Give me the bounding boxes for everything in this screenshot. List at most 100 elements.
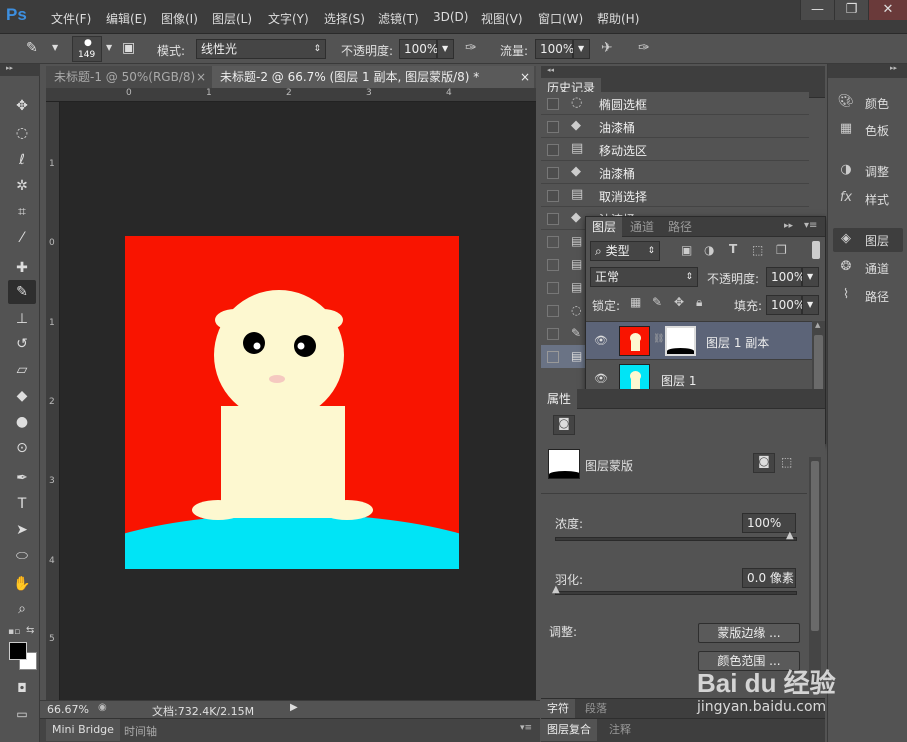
- tab-mini-bridge[interactable]: Mini Bridge: [46, 719, 120, 741]
- history-brush-tool-icon[interactable]: ↺: [8, 332, 36, 356]
- menu-window[interactable]: 窗口(W): [538, 10, 583, 27]
- ellipse-tool-icon[interactable]: ⬭: [8, 544, 36, 568]
- mode-select[interactable]: 线性光 ⇕: [196, 39, 326, 59]
- menu-type[interactable]: 文字(Y): [268, 10, 309, 27]
- dodge-tool-icon[interactable]: ⊙: [8, 436, 36, 460]
- tab-close-icon[interactable]: ×: [196, 66, 206, 88]
- tab-paragraph[interactable]: 段落: [579, 699, 613, 719]
- layer-name[interactable]: 图层 1 副本: [706, 334, 769, 351]
- snapshot-source-checkbox[interactable]: [547, 328, 559, 340]
- history-item[interactable]: ▤ 移动选区: [541, 138, 809, 161]
- layer-opacity-arrow-icon[interactable]: ▼: [802, 267, 819, 287]
- filter-shape-icon[interactable]: ⬚: [752, 243, 763, 257]
- panel-expand-icon[interactable]: ▸▸: [784, 221, 793, 231]
- snapshot-source-checkbox[interactable]: [547, 305, 559, 317]
- lasso-tool-icon[interactable]: ℓ: [8, 148, 36, 172]
- layer-filter-select[interactable]: ⌕ 类型 ⇕: [590, 241, 660, 261]
- tab-untitled-2[interactable]: 未标题-2 @ 66.7% (图层 1 副本, 图层蒙版/8) * ×: [212, 66, 534, 88]
- paint-bucket-tool-icon[interactable]: ◆: [8, 384, 36, 408]
- brush-panel-icon[interactable]: ▣: [122, 40, 135, 56]
- tab-untitled-1[interactable]: 未标题-1 @ 50%(RGB/8) ×: [46, 66, 210, 88]
- default-colors-icon[interactable]: ▪▫: [8, 627, 20, 637]
- minimize-button[interactable]: —: [800, 0, 834, 20]
- filter-smart-object-icon[interactable]: ❐: [776, 243, 787, 257]
- status-share-icon[interactable]: ◉: [98, 702, 107, 713]
- history-item[interactable]: ▤ 取消选择: [541, 184, 809, 207]
- pressure-opacity-icon[interactable]: ✑: [465, 40, 477, 56]
- flow-field[interactable]: 100%: [535, 39, 574, 59]
- filter-pixel-icon[interactable]: ▣: [681, 243, 692, 257]
- mask-edge-button[interactable]: 蒙版边缘 ...: [698, 623, 800, 643]
- filter-adjustment-icon[interactable]: ◑: [704, 243, 714, 257]
- menu-3d[interactable]: 3D(D): [433, 10, 468, 24]
- crop-tool-icon[interactable]: ⌗: [8, 200, 36, 224]
- lock-position-icon[interactable]: ✥: [674, 295, 684, 309]
- opacity-field[interactable]: 100%: [399, 39, 438, 59]
- brush-tool-selected-icon[interactable]: ✎: [8, 280, 36, 304]
- snapshot-source-checkbox[interactable]: [547, 121, 559, 133]
- feather-slider[interactable]: [555, 591, 797, 595]
- density-slider[interactable]: [555, 537, 797, 541]
- feather-slider-thumb[interactable]: ▲: [552, 584, 560, 595]
- menu-filter[interactable]: 滤镜(T): [378, 10, 419, 27]
- menu-select[interactable]: 选择(S): [324, 10, 365, 27]
- brush-picker-arrow-icon[interactable]: ▼: [106, 43, 112, 52]
- healing-brush-tool-icon[interactable]: ✚: [8, 256, 36, 280]
- add-pixel-mask-icon[interactable]: ◙: [753, 453, 775, 473]
- brush-tool-icon[interactable]: ✎: [26, 40, 38, 56]
- layer-name[interactable]: 图层 1: [661, 372, 696, 389]
- menu-edit[interactable]: 编辑(E): [106, 10, 147, 27]
- menu-image[interactable]: 图像(I): [161, 10, 198, 27]
- snapshot-source-checkbox[interactable]: [547, 236, 559, 248]
- hand-tool-icon[interactable]: ✋: [8, 572, 36, 596]
- fill-field[interactable]: 100%: [766, 295, 805, 315]
- snapshot-source-checkbox[interactable]: [547, 259, 559, 271]
- visibility-eye-icon[interactable]: 👁︎: [594, 334, 608, 347]
- color-range-button[interactable]: 颜色范围 ...: [698, 651, 800, 671]
- lock-transparent-icon[interactable]: ▦: [630, 295, 641, 309]
- properties-scrollbar[interactable]: [809, 457, 821, 687]
- zoom-level[interactable]: 66.67%: [47, 703, 89, 716]
- menu-view[interactable]: 视图(V): [481, 10, 523, 27]
- pen-tool-icon[interactable]: ✒: [8, 466, 36, 490]
- eyedropper-tool-icon[interactable]: ⁄: [8, 226, 36, 250]
- move-tool-icon[interactable]: ✥: [8, 94, 36, 118]
- dock-adjustments-button[interactable]: ◑ 调整: [833, 159, 903, 183]
- type-tool-icon[interactable]: T: [8, 492, 36, 516]
- scroll-thumb[interactable]: [814, 335, 823, 395]
- tab-channels[interactable]: 通道: [624, 217, 660, 237]
- snapshot-source-checkbox[interactable]: [547, 190, 559, 202]
- feather-field[interactable]: 0.0 像素: [742, 568, 796, 588]
- scroll-thumb[interactable]: [811, 461, 819, 631]
- blur-tool-icon[interactable]: ●: [8, 410, 36, 434]
- screen-mode-icon[interactable]: ▭: [8, 702, 36, 726]
- snapshot-source-checkbox[interactable]: [547, 282, 559, 294]
- menu-file[interactable]: 文件(F): [51, 10, 91, 27]
- dock-expand-icon[interactable]: ▸▸: [828, 64, 907, 78]
- history-item[interactable]: ◌ 椭圆选框: [541, 92, 809, 115]
- menu-help[interactable]: 帮助(H): [597, 10, 639, 27]
- dock-swatches-button[interactable]: ▦ 色板: [833, 118, 903, 142]
- tool-preset-arrow-icon[interactable]: ▼: [52, 43, 58, 52]
- filter-toggle-switch[interactable]: [812, 241, 820, 259]
- menu-layer[interactable]: 图层(L): [212, 10, 252, 27]
- pressure-size-icon[interactable]: ✑: [638, 40, 650, 56]
- tab-close-icon[interactable]: ×: [520, 66, 530, 88]
- zoom-tool-icon[interactable]: ⌕: [8, 597, 36, 621]
- lock-image-icon[interactable]: ✎: [652, 295, 662, 309]
- magic-wand-tool-icon[interactable]: ✲: [8, 174, 36, 198]
- layer-opacity-field[interactable]: 100%: [766, 267, 805, 287]
- density-slider-thumb[interactable]: ▲: [786, 530, 794, 541]
- tab-paths[interactable]: 路径: [662, 217, 698, 237]
- add-vector-mask-icon[interactable]: ⬚: [781, 455, 792, 469]
- layer-row-copy[interactable]: 👁︎ ⛓︎ 图层 1 副本: [586, 322, 812, 360]
- tools-collapse-icon[interactable]: ▸▸: [0, 64, 40, 76]
- dock-styles-button[interactable]: fx 样式: [833, 187, 903, 211]
- visibility-eye-icon[interactable]: 👁︎: [594, 372, 608, 385]
- dock-color-button[interactable]: 🎨︎ 颜色: [833, 91, 903, 115]
- quick-mask-icon[interactable]: ◘: [8, 676, 36, 700]
- swap-colors-icon[interactable]: ⇆: [26, 625, 34, 636]
- foreground-color-swatch[interactable]: [9, 642, 27, 660]
- status-menu-arrow-icon[interactable]: ▶: [290, 702, 298, 713]
- path-selection-tool-icon[interactable]: ➤: [8, 518, 36, 542]
